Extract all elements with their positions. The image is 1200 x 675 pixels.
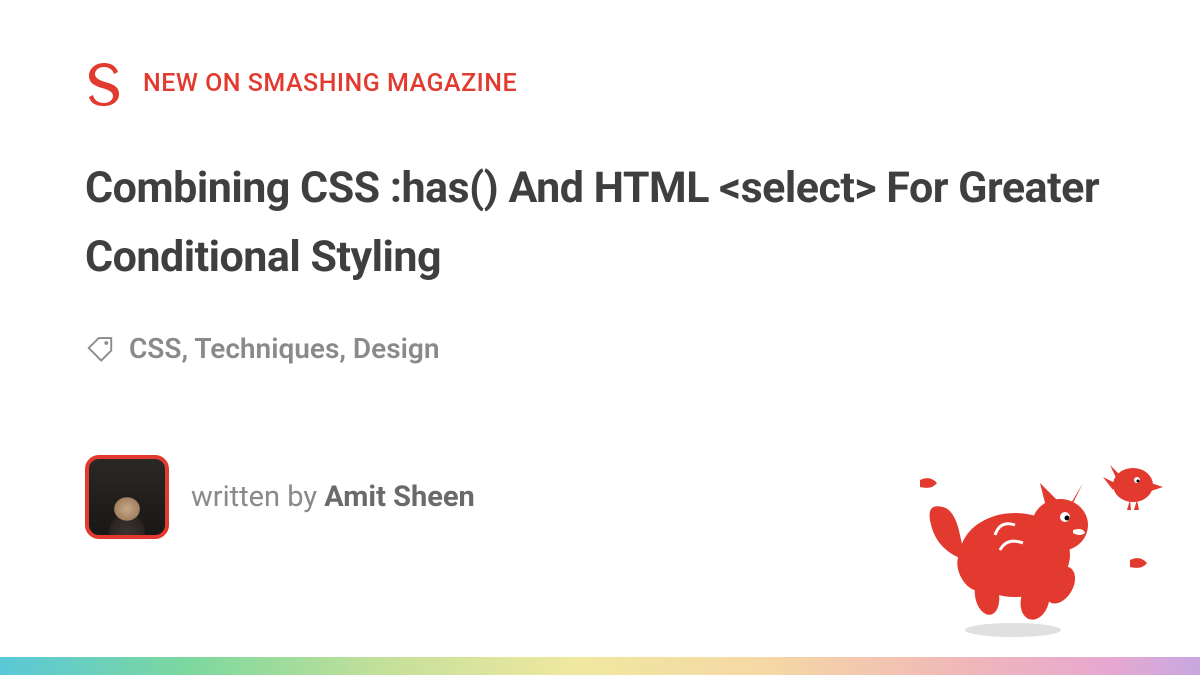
tags-row: CSS, Techniques, Design [85, 332, 1115, 365]
tag-icon [85, 333, 115, 363]
category-label: NEW ON SMASHING MAGAZINE [143, 69, 517, 98]
author-byline: written by Amit Sheen [191, 480, 475, 514]
article-title: Combining CSS :has() And HTML <select> F… [85, 154, 1115, 292]
author-avatar [85, 455, 169, 539]
author-name: Amit Sheen [324, 480, 475, 514]
tags-text: CSS, Techniques, Design [129, 332, 439, 365]
written-by-prefix: written by [191, 480, 324, 514]
gradient-footer-bar [0, 657, 1200, 675]
mascot-cat-bird-icon [905, 425, 1165, 645]
smashing-logo-icon [85, 60, 123, 106]
header-row: NEW ON SMASHING MAGAZINE [85, 60, 1115, 106]
